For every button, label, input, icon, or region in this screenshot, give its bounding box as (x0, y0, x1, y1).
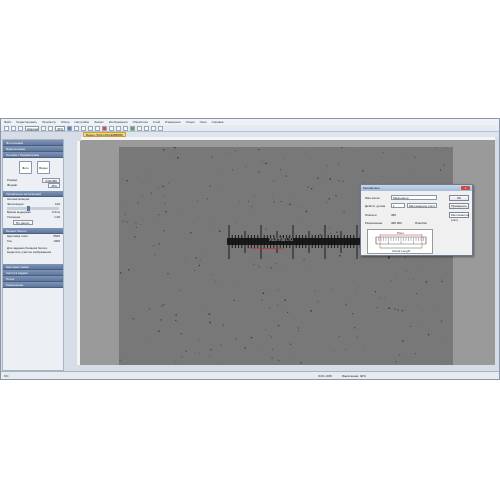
menu-item[interactable]: Окно (200, 120, 207, 124)
apply-button[interactable]: Применить (449, 203, 469, 209)
section-resolution[interactable]: Разрешение (3, 282, 63, 288)
status-left: ОС (4, 373, 9, 378)
resolution-unit: Пикс/мм (415, 221, 427, 225)
zoom-mode-select[interactable]: Ширина (25, 125, 39, 131)
tint-label: Тон (7, 239, 12, 243)
color-tool-icon[interactable] (151, 125, 156, 131)
watermark: sturman.ru (269, 237, 293, 243)
menu-item[interactable]: Изображения (109, 120, 128, 124)
ellipse-tool-icon[interactable] (95, 125, 100, 131)
line-tool-icon[interactable] (81, 125, 86, 131)
application-window: Файл Редактировать Просмотр Обзор Настройки З… (0, 118, 500, 380)
format-row: Формат JPG (3, 183, 63, 188)
menu-item[interactable]: Обработка (133, 120, 148, 124)
toolbar: Ширина 40% (1, 125, 499, 132)
save-icon[interactable] (18, 125, 23, 131)
menu-item[interactable]: Обзор (61, 120, 70, 124)
pixels-value: 380 (391, 213, 397, 217)
resolution-label: Разрешение (365, 221, 383, 225)
record-button[interactable]: Видео (37, 161, 50, 174)
exposure-slider-thumb[interactable] (27, 206, 30, 211)
zoom-value-select[interactable]: 40% (55, 125, 65, 131)
name-label: Имя метки (365, 196, 380, 200)
calibrate-tool-icon[interactable] (137, 125, 142, 131)
menu-item[interactable]: Настройки (75, 120, 90, 124)
calibration-line (248, 247, 285, 250)
select-tool-icon[interactable] (67, 125, 72, 131)
menu-item[interactable]: Измерения (165, 120, 181, 124)
actual-length-label: Действ. длина (365, 204, 386, 208)
status-zoom: Увеличение: 40% (341, 373, 366, 378)
capture-panel: Фотосъемка Видеосъемка Съемка с Параметр… (2, 139, 64, 371)
default-row: По умолч. (3, 220, 63, 225)
zoom-in-icon[interactable] (41, 125, 46, 131)
menu-item[interactable]: Справка (212, 120, 224, 124)
menu-item[interactable]: Файл (4, 120, 11, 124)
exposure-slider[interactable] (7, 206, 59, 211)
text-tool-icon[interactable] (116, 125, 121, 131)
menu-item[interactable]: Слой (153, 120, 160, 124)
calibration-diagram: Pixel Actual Length (367, 229, 433, 254)
menu-item[interactable]: Опции (186, 120, 195, 124)
new-file-icon[interactable] (4, 125, 9, 131)
white-balance-help: Для задания баланса белого выделите учас… (7, 246, 52, 254)
microscope-image[interactable]: sturman.ru (118, 146, 453, 366)
dialog-title: Калибровка (361, 185, 472, 191)
angle-tool-icon[interactable] (109, 125, 114, 131)
rect-tool-icon[interactable] (88, 125, 93, 131)
move-tool-icon[interactable] (74, 125, 79, 131)
ok-button[interactable]: ОК (449, 195, 469, 201)
diagram-pixel-label: Pixel (397, 231, 404, 235)
calibration-dialog: Калибровка x Имя метки Микрометр ОК Дейс… (360, 184, 473, 256)
histogram-icon[interactable] (158, 125, 163, 131)
diagram-length-label: Actual Length (392, 249, 411, 253)
unit-select[interactable]: Миллиметры (mm) (407, 203, 437, 208)
menu-item[interactable]: Редактировать (16, 120, 37, 124)
arrow-tool-icon[interactable] (123, 125, 128, 131)
snap-button[interactable]: Фото (19, 161, 32, 174)
format-select[interactable]: JPG (48, 183, 60, 188)
tint-value: 1000 (53, 239, 60, 243)
name-input[interactable]: Микрометр (391, 195, 437, 200)
gain-value: 1.00 (54, 215, 60, 219)
delete-icon[interactable] (102, 125, 107, 131)
status-bar: ОС 640 x 480 Увеличение: 40% (1, 371, 499, 379)
open-icon[interactable] (11, 125, 16, 131)
menu-item[interactable]: Просмотр (42, 120, 56, 124)
grid-tool-icon[interactable] (144, 125, 149, 131)
default-button[interactable]: По умолч. (13, 220, 33, 225)
menu-item[interactable]: Захват (94, 120, 104, 124)
status-resolution: 640 x 480 (318, 373, 332, 378)
measure-tool-icon[interactable] (130, 125, 135, 131)
actual-length-input[interactable]: 1 (391, 203, 405, 208)
micrometer-scale-image: sturman.ru (118, 146, 452, 366)
zoom-out-icon[interactable] (48, 125, 53, 131)
close-icon[interactable]: x (461, 186, 470, 190)
format-label: Формат (7, 183, 18, 187)
resolution-value: 380.000 (391, 221, 402, 225)
scale-unit-select[interactable]: Миллиметры (mm) (449, 212, 469, 222)
pixels-label: Пиксели (365, 213, 377, 217)
